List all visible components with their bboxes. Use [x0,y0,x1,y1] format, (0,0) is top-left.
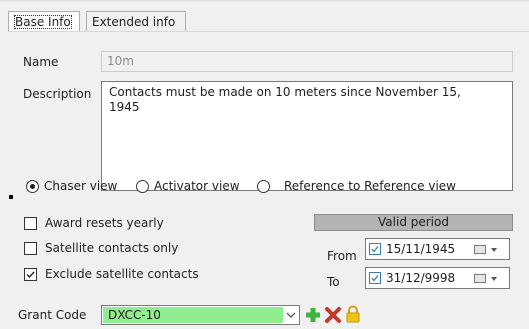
name-value: 10m [107,54,134,68]
tab-extended-info[interactable]: Extended info [86,11,186,32]
radio-activator-view-label[interactable]: Activator view [154,179,240,193]
calendar-icon[interactable] [474,245,486,254]
delete-icon[interactable] [324,306,342,324]
name-field[interactable]: 10m [101,51,513,72]
top-divider [0,0,529,1]
from-date-checkbox[interactable] [369,243,381,255]
to-date-value: 31/12/9998 [386,271,456,285]
calendar-icon[interactable] [474,274,486,283]
grant-code-combobox[interactable]: DXCC-10 [101,305,300,325]
checkmark-icon [371,246,379,253]
view-options: Chaser view Activator view Reference to … [21,178,511,196]
name-label: Name [23,55,59,69]
from-label: From [327,249,357,263]
description-textarea[interactable]: Contacts must be made on 10 meters since… [101,81,513,191]
from-date-picker[interactable]: 15/11/1945 [365,238,510,260]
to-label: To [327,275,340,289]
tab-base-info[interactable]: Base Info [8,11,80,32]
tab-extended-info-label: Extended info [92,15,176,29]
chevron-down-icon[interactable] [491,277,497,281]
grant-code-label: Grant Code [18,308,87,322]
arrow-indicator-icon [9,195,13,199]
radio-chaser-view-label[interactable]: Chaser view [44,179,117,193]
radio-chaser-view[interactable] [26,180,39,193]
checkmark-icon [371,275,379,282]
exclude-satellite-checkbox[interactable] [24,268,37,281]
chevron-down-icon[interactable] [491,248,497,252]
radio-reference-view-label[interactable]: Reference to Reference view [284,179,456,193]
satellite-only-checkbox[interactable] [24,242,37,255]
exclude-satellite-label[interactable]: Exclude satellite contacts [45,267,199,281]
description-label: Description [23,87,92,101]
to-date-picker[interactable]: 31/12/9998 [365,267,510,289]
award-resets-label[interactable]: Award resets yearly [45,216,164,230]
tab-base-info-label: Base Info [14,15,72,29]
grant-code-value: DXCC-10 [103,307,283,323]
chevron-down-icon[interactable] [286,311,296,319]
satellite-only-label[interactable]: Satellite contacts only [45,241,178,255]
radio-reference-view[interactable] [257,180,270,193]
tab-strip-line [8,31,529,32]
to-date-checkbox[interactable] [369,272,381,284]
award-resets-checkbox[interactable] [24,217,37,230]
from-date-value: 15/11/1945 [386,242,456,256]
valid-period-header: Valid period [314,214,513,231]
add-icon[interactable] [304,306,322,324]
lock-icon[interactable] [344,305,362,323]
radio-activator-view[interactable] [136,180,149,193]
checkmark-icon [26,271,35,279]
